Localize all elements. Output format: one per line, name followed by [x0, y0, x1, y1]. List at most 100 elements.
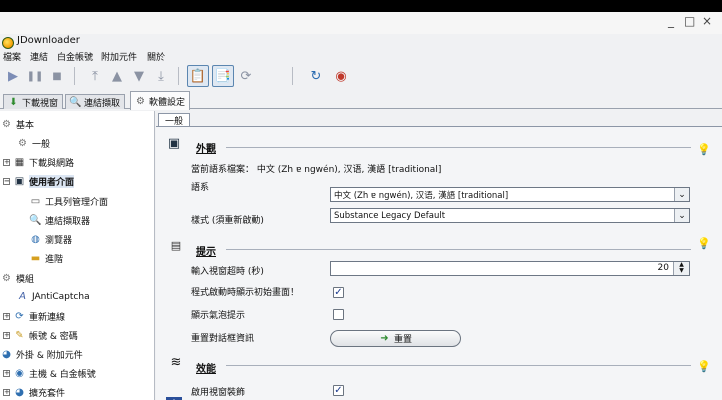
play-icon[interactable]: ▶: [2, 65, 24, 87]
jdownloader-logo-icon: [2, 37, 14, 49]
maximize-button[interactable]: □: [684, 14, 695, 28]
clipboard-icon[interactable]: 📋: [187, 65, 209, 87]
toolbar-separator: [178, 67, 179, 85]
expand-icon[interactable]: +: [3, 313, 10, 320]
move-up-icon[interactable]: ▲: [106, 65, 128, 87]
tree-item-plugins[interactable]: ◕ 外掛 & 附加元件: [1, 348, 83, 361]
settings-tree: ⚙ 基本 ⚙ 一般 + ▦ 下載與網路 − ▣ 使用者介面 ▭ 工具列管理介面 …: [0, 111, 155, 400]
tab-label: 連結擷取: [84, 98, 121, 109]
tree-item-browser[interactable]: ◍ 瀏覽器: [30, 233, 72, 246]
settings-gear-icon: ⚙: [136, 95, 145, 107]
reset-button[interactable]: ➜ 重置: [330, 330, 461, 347]
tree-item-general[interactable]: ⚙ 一般: [17, 137, 50, 150]
pause-icon[interactable]: ❚❚: [24, 65, 46, 87]
network-icon: ▦: [14, 157, 25, 168]
expand-icon[interactable]: +: [3, 332, 10, 339]
title-bar: _ □ ×: [0, 12, 722, 34]
clipboard-check-icon[interactable]: 📑: [212, 65, 234, 87]
captcha-icon: A: [19, 291, 26, 302]
section-divider: [226, 249, 691, 250]
tree-item-extensions[interactable]: + ◕ 擴充套件: [3, 386, 65, 399]
main-tabs: ⬇ 下載視窗 🔍 連結擷取 ⚙ 軟體設定: [0, 91, 722, 110]
section-title-performance: 效能: [196, 364, 216, 375]
language-select-value: 中文 (Zh ɐ ngwén), 汉语, 漢語 [traditional]: [334, 190, 509, 201]
move-bottom-icon[interactable]: ⤓: [150, 65, 172, 87]
tab-downloads[interactable]: ⬇ 下載視窗: [3, 94, 64, 109]
window-title: JDownloader: [17, 35, 80, 46]
tree-item-janticaptcha[interactable]: A JAntiCaptcha: [17, 291, 90, 302]
refresh-icon[interactable]: ↻: [305, 65, 327, 87]
expand-icon[interactable]: +: [3, 370, 10, 377]
timeout-label: 輸入視窗超時 (秒): [191, 267, 264, 277]
expand-icon[interactable]: +: [3, 159, 10, 166]
menu-premium[interactable]: 白金帳號: [57, 50, 93, 63]
reconnect-icon: ⟳: [15, 311, 24, 322]
tab-settings[interactable]: ⚙ 軟體設定: [130, 91, 191, 110]
current-language-row: 當前語系檔案： 中文 (Zh ɐ ngwén), 汉语, 漢語 [traditi…: [191, 162, 441, 175]
lightbulb-icon[interactable]: 💡: [697, 360, 711, 373]
toolbar: ▶ ❚❚ ■ ⤒ ▲ ▼ ⤓ 📋 📑 ⟳ ↻ ◉: [0, 65, 722, 93]
performance-icon: ≋: [170, 354, 182, 370]
account-icon: ✎: [15, 330, 24, 341]
keyboard-icon: ▤: [170, 238, 182, 252]
splash-label: 程式啟動時顯示初始畫面！: [191, 288, 300, 298]
language-label: 語系: [191, 183, 210, 193]
balloon-label: 顯示氣泡提示: [191, 311, 246, 321]
tab-label: 軟體設定: [149, 97, 186, 108]
gear-icon: ⚙: [2, 119, 11, 130]
tree-item-basic[interactable]: ⚙ 基本: [1, 118, 34, 131]
tree-item-accounts[interactable]: + ✎ 帳號 & 密碼: [3, 329, 78, 342]
gear-small-icon: ⚙: [18, 138, 27, 149]
tab-label: 下載視窗: [22, 98, 59, 109]
expand-icon[interactable]: +: [3, 389, 10, 396]
toolbar-separator: [74, 67, 75, 85]
balloon-checkbox[interactable]: [333, 309, 344, 320]
module-gear-icon: ⚙: [2, 273, 11, 284]
stop-icon[interactable]: ■: [46, 65, 68, 87]
extension-icon: ◕: [15, 387, 24, 398]
link-grabber-icon: 🔍: [69, 96, 82, 108]
minimize-button[interactable]: _: [668, 14, 674, 28]
section-title-appearance: 外觀: [196, 144, 216, 155]
lightbulb-icon[interactable]: 💡: [697, 237, 711, 250]
spinner-arrows-icon[interactable]: ▲ ▼: [673, 262, 689, 275]
chevron-down-icon: ⌄: [674, 188, 689, 201]
current-language-label: 當前語系檔案：: [191, 165, 255, 175]
advanced-icon: ▬: [30, 253, 41, 264]
tree-item-advanced[interactable]: ▬ 進階: [30, 252, 63, 265]
menu-links[interactable]: 連結: [30, 50, 48, 63]
close-button[interactable]: ×: [702, 14, 712, 28]
splash-checkbox[interactable]: ✓: [333, 287, 344, 298]
app-window: _ □ × JDownloader 檔案 連結 白金帳號 附加元件 關於 ▶ ❚…: [0, 12, 722, 400]
toolbar-icon: ▭: [30, 196, 41, 207]
menu-about[interactable]: 關於: [147, 50, 165, 63]
tab-linkgrabber[interactable]: 🔍 連結擷取: [65, 94, 126, 109]
collapse-icon[interactable]: −: [3, 178, 10, 185]
menu-file[interactable]: 檔案: [3, 50, 21, 63]
language-select[interactable]: 中文 (Zh ɐ ngwén), 汉语, 漢語 [traditional] ⌄: [330, 187, 690, 202]
move-down-icon[interactable]: ▼: [128, 65, 150, 87]
style-label: 樣式 (須重新啟動): [191, 216, 264, 226]
timeout-spinner[interactable]: 20 ▲ ▼: [330, 261, 690, 276]
move-top-icon[interactable]: ⤒: [84, 65, 106, 87]
tree-item-toolbar-manager[interactable]: ▭ 工具列管理介面: [30, 195, 108, 208]
menu-addons[interactable]: 附加元件: [101, 50, 137, 63]
style-select[interactable]: Substance Legacy Default ⌄: [330, 208, 690, 223]
tree-item-reconnect[interactable]: + ⟳ 重新連線: [3, 310, 65, 323]
tree-item-hosts[interactable]: + ◉ 主機 & 白金帳號: [3, 367, 96, 380]
update-icon[interactable]: ◉: [330, 65, 352, 87]
reset-dialogs-label: 重置對話框資訊: [191, 334, 255, 344]
tree-item-linkgrabber[interactable]: 🔍 連結擷取器: [29, 214, 90, 227]
decorations-checkbox[interactable]: ✓: [333, 385, 344, 396]
settings-content: 一般 ▣ 外觀 💡 當前語系檔案： 中文 (Zh ɐ ngwén), 汉语, 漢…: [156, 111, 722, 400]
subtab-general[interactable]: 一般: [158, 113, 191, 127]
tree-item-modules[interactable]: ⚙ 模組: [1, 272, 34, 285]
monitor-icon: ▣: [167, 135, 181, 151]
tree-item-user-interface[interactable]: − ▣ 使用者介面: [3, 175, 75, 188]
lightbulb-icon[interactable]: 💡: [697, 143, 711, 156]
tree-item-download-network[interactable]: + ▦ 下載與網路: [3, 156, 74, 169]
section-divider: [226, 147, 691, 148]
download-arrow-icon: ⬇: [9, 96, 18, 108]
reconnect-icon[interactable]: ⟳: [235, 65, 257, 87]
timeout-value: 20: [657, 263, 669, 273]
